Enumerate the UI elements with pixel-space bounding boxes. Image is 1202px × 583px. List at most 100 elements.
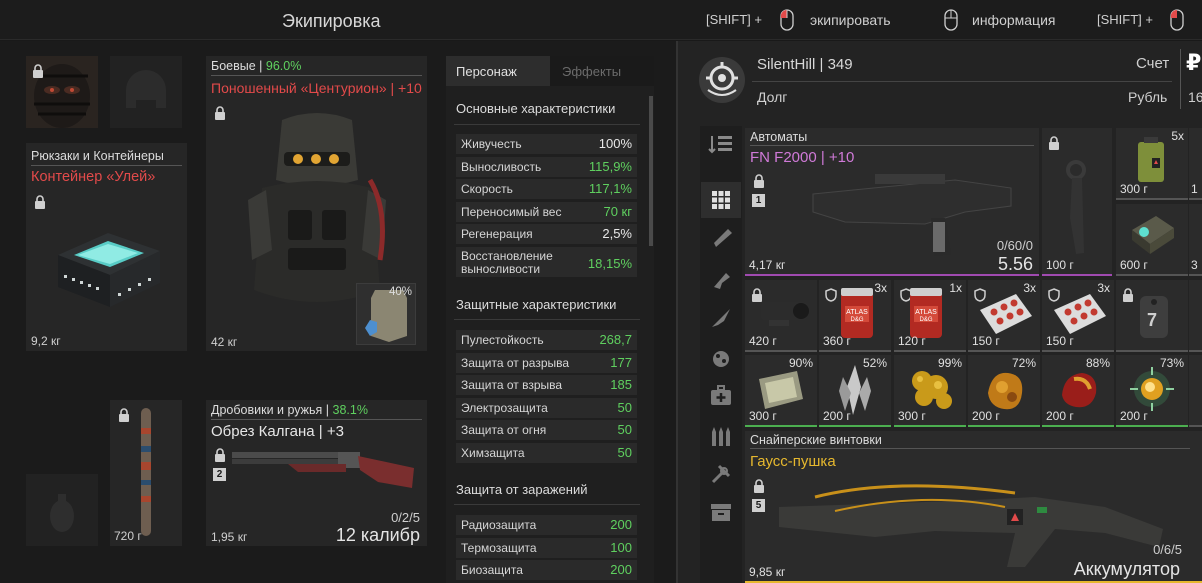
rifle-caliber: 5.56 [997,254,1033,274]
shotgun-slot[interactable]: Дробовики и ружья | 38.1% Обрез Калгана … [206,400,427,546]
shotgun-caliber: 12 калибр [335,525,420,545]
artifact-weight: 200 г [823,409,851,423]
lock-icon [34,195,46,209]
slot-number-badge: 2 [213,468,226,481]
sort-icon[interactable] [701,126,741,162]
stat-value: 115,9% [588,159,632,174]
melee-slot[interactable]: 720 г [110,400,182,546]
helmet-slot[interactable] [110,56,182,128]
account-label: Счет [1136,55,1170,72]
inventory-item-sniper[interactable]: Снайперские винтовки Гаусс-пушка 5 0/6/5… [745,431,1202,583]
mask-slot[interactable] [26,56,98,128]
artifact-percent: 88% [1085,356,1110,370]
rifle-filter-icon[interactable] [701,220,741,256]
slot-number-badge: 5 [752,499,765,512]
item-count: 3x [1023,281,1036,295]
tab-effects[interactable]: Эффекты [550,56,654,86]
lock-icon [32,64,44,78]
shift-hint-prefix-2: [SHIFT] + [1097,12,1153,27]
armor-durability: 96.0% [265,59,302,73]
inventory-item-artifact-5[interactable]: 88% 200 г [1042,355,1114,427]
stat-label: Защита от разрыва [461,356,570,370]
inventory-item-artifact-3[interactable]: 99% 300 г [894,355,966,427]
grenade-filter-icon[interactable] [701,340,741,376]
artifact-weight: 200 г [1120,409,1148,423]
stat-row: Переносимый вес 70 кг [456,202,637,222]
medkit-filter-icon[interactable] [701,378,741,414]
inventory-item-can-1[interactable]: ATLAS D&G 3x 360 г [819,280,891,352]
faction-emblem-icon [698,56,746,107]
item-weight: 360 г [823,334,851,348]
inventory-item-partial[interactable] [1189,355,1202,427]
top-bar: Экипировка [SHIFT] + экипировать информа… [0,0,1202,40]
stat-label: Химзащита [461,446,525,460]
divider [454,124,640,125]
stat-value: 100% [598,136,632,151]
inventory-item-can-2[interactable]: ATLAS D&G 1x 120 г [894,280,966,352]
inventory-item-rifle[interactable]: Автоматы FN F2000 | +10 1 0/60/0 5.56 4,… [745,128,1039,276]
inventory-item-artifact-2[interactable]: 52% 200 г [819,355,891,427]
stat-label: Живучесть [461,137,522,151]
artifact-weight: 200 г [972,409,1000,423]
inventory-item-device[interactable]: 5x 300 г [1116,128,1188,200]
artifact-percent: 52% [862,356,887,370]
inventory-item-pills-2[interactable]: 3x 150 г [1042,280,1114,352]
stat-row: Защита от разрыва 177 [456,353,637,373]
mouse-left-icon-2 [1170,9,1184,34]
artifact-weight: 300 г [749,409,777,423]
tools-filter-icon[interactable] [701,456,741,492]
divider [676,41,678,583]
backpack-slot[interactable]: Рюкзаки и Контейнеры Контейнер «Улей» 9,… [26,143,187,351]
ammo-filter-icon[interactable] [701,418,741,454]
stat-value: 70 кг [603,204,632,219]
stat-row: Биозащита 200 [456,560,637,580]
inventory-item-partial[interactable] [1189,280,1202,352]
stat-label: Защита от взрыва [461,378,563,392]
svg-text:ATLAS: ATLAS [915,309,937,316]
sniper-ammo-type: Аккумулятор [1073,559,1180,579]
knife-filter-icon[interactable] [701,300,741,336]
inventory-item-repair-kit[interactable]: 600 г [1116,204,1188,276]
tab-character[interactable]: Персонаж [446,56,550,86]
stat-row: Пулестойкость 268,7 [456,330,637,350]
infect-stats-title: Защита от заражений [456,482,588,497]
svg-text:ATLAS: ATLAS [846,309,868,316]
inventory-item-dog-tag[interactable]: 7 [1116,280,1188,352]
inventory-item-artifact-4[interactable]: 72% 200 г [968,355,1040,427]
stat-row: Электрозащита 50 [456,398,637,418]
item-count: 1x [949,281,962,295]
inventory-item-partial[interactable]: 1 [1189,128,1202,200]
stat-row: Защита от огня 50 [456,420,637,440]
stats-scrollbar[interactable] [649,96,653,246]
stat-label: Восстановление выносливости [461,249,553,276]
partial-weight: 1 [1191,182,1198,196]
grid-all-icon[interactable] [701,182,741,218]
artifact-percent: 99% [937,356,962,370]
rifle-ammo: 0/60/0 [996,238,1033,253]
inventory-item-pills-1[interactable]: 3x 150 г [968,280,1040,352]
artifact-weight: 300 г [898,409,926,423]
stat-row: Термозащита 100 [456,538,637,558]
grenade-slot[interactable] [26,474,98,546]
inventory-item-scope[interactable]: 420 г [745,280,817,352]
pistol-filter-icon[interactable] [701,262,741,298]
player-level: 349 [827,56,853,73]
scope-weight: 420 г [749,334,777,348]
shotgun-sep: | [322,403,333,417]
stat-row: Химзащита 50 [456,443,637,463]
armor-plate-slot[interactable]: 40% [356,283,416,345]
mouse-right-icon [944,9,958,34]
inventory-item-artifact-1[interactable]: 90% 300 г [745,355,817,427]
inventory-item-partial[interactable]: 3 [1189,204,1202,276]
mouse-left-icon [780,9,794,34]
artifact-percent: 73% [1159,356,1184,370]
inventory-item-artifact-6[interactable]: 73% 200 г [1116,355,1188,427]
misc-filter-icon[interactable] [701,494,741,530]
item-count: 5x [1171,129,1184,143]
shotgun-durability: 38.1% [332,403,368,417]
stat-row: Регенерация 2,5% [456,224,637,244]
item-weight: 150 г [1046,334,1074,348]
tab-effects-label: Эффекты [562,64,622,79]
armor-slot[interactable]: Боевые | 96.0% Поношенный «Центурион» | … [206,56,427,351]
inventory-item-knife[interactable]: 100 г [1042,128,1112,276]
